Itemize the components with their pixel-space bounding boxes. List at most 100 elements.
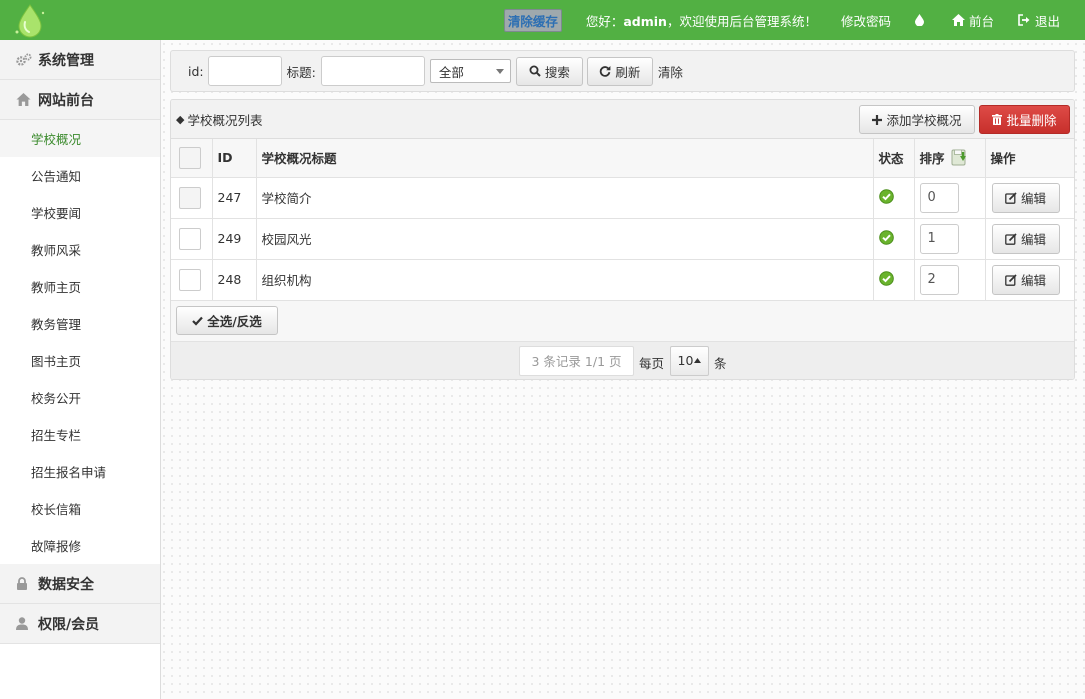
row-sort-cell: 1 — [914, 218, 986, 260]
sidebar-group-label: 网站前台 — [38, 92, 94, 109]
username: admin — [623, 13, 667, 29]
sidebar-group-label: 权限/会员 — [38, 616, 100, 633]
row-sort-cell: 0 — [914, 177, 986, 219]
status-column-header: 状态 — [873, 139, 915, 178]
save-sort-icon[interactable] — [951, 149, 968, 166]
row-select-cell — [171, 177, 213, 219]
table-header-row: ID 学校概况标题 状态 排序 操作 — [171, 139, 1074, 178]
row-id: 247 — [212, 177, 257, 219]
sidebar-item-teacher-showcase[interactable]: 教师风采 — [0, 231, 160, 268]
edit-icon — [1005, 232, 1017, 245]
sidebar-item-announcements[interactable]: 公告通知 — [0, 157, 160, 194]
row-id: 249 — [212, 218, 257, 260]
sidebar-group-website-front[interactable]: 网站前台 — [0, 80, 160, 120]
per-page-select[interactable]: 10 — [670, 345, 709, 376]
row-status[interactable] — [873, 177, 915, 219]
logout-link[interactable]: 退出 — [1018, 11, 1060, 30]
table-row: 249 校园风光 1 编辑 — [171, 218, 1074, 260]
sidebar-item-enrollment-application[interactable]: 招生报名申请 — [0, 453, 160, 490]
sort-input[interactable]: 2 — [919, 264, 959, 295]
sidebar-item-library[interactable]: 图书主页 — [0, 342, 160, 379]
search-icon — [529, 65, 541, 77]
clear-link[interactable]: 清除 — [658, 62, 683, 81]
list-title-text: 学校概况列表 — [187, 112, 263, 128]
edit-button[interactable]: 编辑 — [991, 223, 1060, 254]
plus-icon — [872, 114, 883, 125]
logo-icon — [12, 2, 48, 38]
sort-input[interactable]: 1 — [919, 223, 959, 254]
sign-out-icon — [1018, 14, 1030, 26]
sidebar-group-label: 数据安全 — [38, 576, 94, 593]
sidebar-item-school-news[interactable]: 学校要闻 — [0, 194, 160, 231]
row-status[interactable] — [873, 218, 915, 260]
sidebar-item-school-affairs[interactable]: 校务公开 — [0, 379, 160, 416]
search-button[interactable]: 搜索 — [515, 56, 583, 86]
edit-button[interactable]: 编辑 — [991, 264, 1060, 295]
select-all-toggle-label: 全选/反选 — [207, 314, 262, 329]
row-id: 248 — [212, 259, 257, 301]
per-page-label: 每页 — [639, 355, 665, 371]
title-input[interactable] — [320, 56, 425, 86]
sidebar-item-academic-affairs[interactable]: 教务管理 — [0, 305, 160, 342]
row-checkbox[interactable] — [179, 227, 201, 250]
table-row: 247 学校简介 0 编辑 — [171, 177, 1074, 219]
row-select-cell — [171, 218, 213, 260]
pager-info: 3 条记录 1/1 页 — [519, 345, 634, 376]
sidebar-item-school-overview[interactable]: 学校概况 — [0, 120, 160, 157]
change-password-link[interactable]: 修改密码 — [841, 11, 891, 30]
sidebar-group-system[interactable]: 系统管理 — [0, 40, 160, 80]
row-action-cell: 编辑 — [985, 218, 1074, 260]
sort-input[interactable]: 0 — [919, 182, 959, 213]
title-label: 标题: — [286, 64, 316, 80]
status-select-value: 全部 — [438, 64, 464, 80]
greeting-suffix: ，欢迎使用后台管理系统！ — [666, 13, 817, 29]
add-button-label: 添加学校概况 — [886, 113, 962, 128]
sort-column-label: 排序 — [919, 151, 945, 167]
refresh-button[interactable]: 刷新 — [586, 56, 653, 86]
sidebar-group-label: 系统管理 — [38, 52, 94, 69]
sidebar-item-admissions[interactable]: 招生专栏 — [0, 416, 160, 453]
home-icon — [951, 14, 965, 26]
school-overview-table: ID 学校概况标题 状态 排序 操作 247 学校简介 0 编辑 249 校园风… — [171, 139, 1074, 301]
sidebar-group-data-security[interactable]: 数据安全 — [0, 564, 160, 604]
sidebar-item-principal-mailbox[interactable]: 校长信箱 — [0, 490, 160, 527]
batch-delete-label: 批量删除 — [1006, 113, 1057, 128]
sidebar-item-fault-report[interactable]: 故障报修 — [0, 527, 160, 564]
row-sort-cell: 2 — [914, 259, 986, 301]
top-bar: 清除缓存 您好：admin，欢迎使用后台管理系统！ 修改密码 前台 退出 — [0, 0, 1085, 40]
row-title: 学校简介 — [256, 177, 874, 219]
batch-delete-button[interactable]: 批量删除 — [979, 105, 1070, 134]
title-column-header: 学校概况标题 — [256, 139, 874, 178]
status-select[interactable]: 全部 — [429, 59, 511, 83]
lock-icon — [16, 577, 32, 590]
select-all-toggle-button[interactable]: 全选/反选 — [176, 306, 278, 335]
row-checkbox[interactable] — [179, 186, 201, 209]
row-status[interactable] — [873, 259, 915, 301]
sort-column-header[interactable]: 排序 — [914, 139, 986, 178]
add-school-overview-button[interactable]: 添加学校概况 — [859, 105, 975, 134]
action-column-header: 操作 — [985, 139, 1074, 178]
edit-button-label: 编辑 — [1020, 232, 1046, 247]
diamond-icon: ◆ — [176, 112, 185, 126]
sidebar-group-permissions-members[interactable]: 权限/会员 — [0, 604, 160, 644]
table-row: 248 组织机构 2 编辑 — [171, 259, 1074, 301]
theme-toggle-button[interactable] — [914, 14, 928, 26]
frontend-link[interactable]: 前台 — [951, 11, 994, 30]
home-icon — [16, 93, 32, 106]
id-column-header: ID — [212, 139, 257, 178]
edit-icon — [1005, 191, 1017, 204]
sidebar-item-teacher-homepage[interactable]: 教师主页 — [0, 268, 160, 305]
refresh-icon — [600, 66, 611, 77]
row-checkbox[interactable] — [179, 268, 201, 291]
select-all-checkbox[interactable] — [179, 146, 201, 169]
check-circle-icon — [878, 229, 894, 245]
edit-button-label: 编辑 — [1020, 273, 1046, 288]
user-icon — [16, 617, 32, 630]
trash-icon — [992, 114, 1003, 125]
clear-cache-button[interactable]: 清除缓存 — [503, 8, 562, 32]
search-bar: id: 标题: 全部 搜索 刷新 清除 — [170, 50, 1075, 92]
edit-button[interactable]: 编辑 — [991, 182, 1060, 213]
id-input[interactable] — [207, 56, 282, 86]
per-page-value: 10 — [677, 353, 694, 368]
pagination-bar: 3 条记录 1/1 页 每页 10 条 — [171, 341, 1074, 379]
